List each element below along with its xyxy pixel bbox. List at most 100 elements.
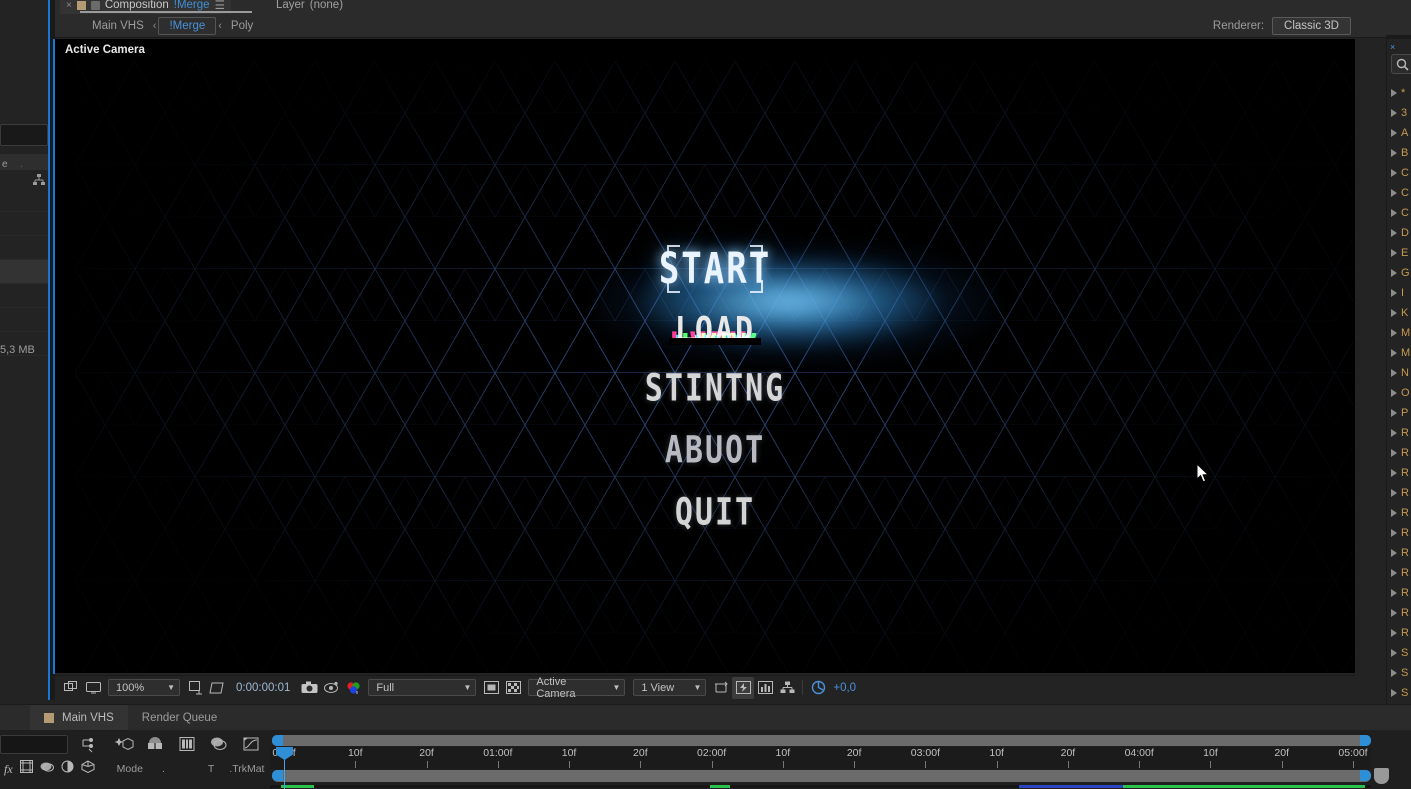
renderer-button[interactable]: Classic 3D: [1272, 16, 1351, 35]
camera-select[interactable]: Active Camera ▼: [528, 676, 626, 700]
expand-triangle-icon[interactable]: [1391, 649, 1397, 657]
effects-category-row[interactable]: *: [1387, 83, 1411, 103]
effects-category-row[interactable]: G: [1387, 263, 1411, 283]
effects-category-row[interactable]: M: [1387, 323, 1411, 343]
effects-category-row[interactable]: R: [1387, 603, 1411, 623]
timeline-resize-grip[interactable]: [1374, 768, 1389, 784]
breadcrumb-item-merge[interactable]: !Merge: [158, 16, 217, 35]
expand-triangle-icon[interactable]: [1391, 689, 1397, 697]
column-header-t[interactable]: T: [208, 763, 214, 775]
expand-triangle-icon[interactable]: [1391, 669, 1397, 677]
grid-guides-icon[interactable]: [206, 677, 228, 699]
effects-category-row[interactable]: T: [1387, 703, 1411, 704]
effects-category-row[interactable]: A: [1387, 123, 1411, 143]
expand-triangle-icon[interactable]: [1391, 429, 1397, 437]
expand-triangle-icon[interactable]: [1391, 209, 1397, 217]
effects-category-row[interactable]: C: [1387, 203, 1411, 223]
expand-triangle-icon[interactable]: [1391, 369, 1397, 377]
effects-category-row[interactable]: P: [1387, 403, 1411, 423]
expand-triangle-icon[interactable]: [1391, 409, 1397, 417]
effects-category-row[interactable]: R: [1387, 443, 1411, 463]
timeline-search-input[interactable]: [0, 735, 68, 754]
comp-flowchart-icon[interactable]: [32, 173, 46, 187]
expand-triangle-icon[interactable]: [1391, 489, 1397, 497]
menu-item-about[interactable]: ABUOT: [75, 429, 1355, 473]
graph-editor-icon[interactable]: [176, 734, 198, 756]
fast-preview-icon[interactable]: [732, 676, 755, 699]
current-timecode[interactable]: 0:00:00:01: [228, 682, 298, 694]
effects-category-row[interactable]: R: [1387, 503, 1411, 523]
expand-triangle-icon[interactable]: [1391, 609, 1397, 617]
channel-rgb-icon[interactable]: [342, 677, 364, 699]
expand-triangle-icon[interactable]: [1391, 189, 1397, 197]
effects-category-row[interactable]: M: [1387, 343, 1411, 363]
expand-triangle-icon[interactable]: [1391, 289, 1397, 297]
composition-canvas[interactable]: START LOAD LOAD LOAD LOAD LOAD STINTNG A…: [75, 61, 1355, 673]
expand-triangle-icon[interactable]: [1391, 329, 1397, 337]
effects-category-row[interactable]: D: [1387, 223, 1411, 243]
scrollbar-handle-right-2[interactable]: [1360, 770, 1371, 781]
effects-category-row[interactable]: I: [1387, 283, 1411, 303]
list-item[interactable]: [0, 236, 48, 260]
expand-triangle-icon[interactable]: [1391, 269, 1397, 277]
expand-triangle-icon[interactable]: [1391, 589, 1397, 597]
scrollbar-handle-right[interactable]: [1360, 735, 1371, 746]
list-item[interactable]: [0, 188, 48, 212]
adjustment-icon[interactable]: [61, 760, 74, 778]
effects-category-row[interactable]: S: [1387, 643, 1411, 663]
tab-render-queue[interactable]: Render Queue: [128, 705, 231, 731]
timeline-ruler[interactable]: 0:00f10f20f01:00f10f20f02:00f10f20f03:00…: [270, 747, 1371, 769]
timeline-horizontal-scrollbar[interactable]: [272, 770, 1371, 782]
expand-triangle-icon[interactable]: [1391, 549, 1397, 557]
effects-category-row[interactable]: R: [1387, 463, 1411, 483]
effects-category-row[interactable]: R: [1387, 543, 1411, 563]
expand-triangle-icon[interactable]: [1391, 569, 1397, 577]
panel-close-icon[interactable]: ×: [1390, 42, 1395, 52]
effects-category-row[interactable]: C: [1387, 183, 1411, 203]
list-item[interactable]: [0, 308, 48, 332]
tab-main-vhs[interactable]: Main VHS: [30, 704, 128, 731]
list-item[interactable]: [0, 284, 48, 308]
menu-item-load[interactable]: LOAD LOAD LOAD LOAD LOAD: [75, 310, 1355, 353]
reset-exposure-icon[interactable]: [807, 677, 829, 699]
timeline-graph-icon[interactable]: [754, 677, 776, 699]
menu-item-quit[interactable]: QUIT: [75, 491, 1355, 535]
menu-item-settings[interactable]: STINTNG: [75, 367, 1355, 411]
column-header-trkmat[interactable]: .TrkMat: [229, 763, 264, 775]
expand-triangle-icon[interactable]: [1391, 129, 1397, 137]
breadcrumb-item-main-vhs[interactable]: Main VHS: [85, 20, 151, 32]
close-icon[interactable]: ×: [66, 0, 72, 11]
list-item[interactable]: [0, 260, 48, 284]
zoom-level-select[interactable]: 100% ▼: [108, 679, 180, 696]
tab-layer[interactable]: Layer (none): [270, 0, 349, 14]
list-item[interactable]: [0, 212, 48, 236]
effects-category-row[interactable]: R: [1387, 483, 1411, 503]
effects-category-row[interactable]: K: [1387, 303, 1411, 323]
scrollbar-handle-left[interactable]: [272, 735, 283, 746]
effects-category-row[interactable]: R: [1387, 583, 1411, 603]
auto-keyframe-icon[interactable]: [240, 734, 262, 756]
effects-category-row[interactable]: B: [1387, 143, 1411, 163]
effects-category-row[interactable]: R: [1387, 563, 1411, 583]
effects-category-row[interactable]: O: [1387, 383, 1411, 403]
expand-triangle-icon[interactable]: [1391, 89, 1397, 97]
expand-triangle-icon[interactable]: [1391, 389, 1397, 397]
mask-icon[interactable]: [40, 760, 54, 778]
effects-category-list[interactable]: *3ABCCCDEGIKMMNOPRRRRRRRRRRRSSSTT: [1387, 83, 1411, 704]
show-snapshot-icon[interactable]: [320, 677, 342, 699]
resolution-select[interactable]: Full ▼: [368, 679, 477, 696]
expand-triangle-icon[interactable]: [1391, 229, 1397, 237]
exposure-offset-value[interactable]: +0,0: [829, 682, 856, 694]
comp-flowchart-icon-toolbar[interactable]: [776, 677, 798, 699]
expand-triangle-icon[interactable]: [1391, 149, 1397, 157]
enable-frame-blending-icon[interactable]: [112, 734, 134, 756]
breadcrumb-item-poly[interactable]: Poly: [224, 20, 260, 32]
expand-triangle-icon[interactable]: [1391, 469, 1397, 477]
snapshot-camera-icon[interactable]: [298, 677, 320, 699]
expand-triangle-icon[interactable]: [1391, 109, 1397, 117]
scrollbar-handle-left-2[interactable]: [272, 770, 283, 781]
always-preview-icon[interactable]: [60, 677, 82, 699]
3d-layer-icon[interactable]: [81, 760, 95, 778]
expand-triangle-icon[interactable]: [1391, 169, 1397, 177]
brainstorm-icon[interactable]: [208, 734, 230, 756]
